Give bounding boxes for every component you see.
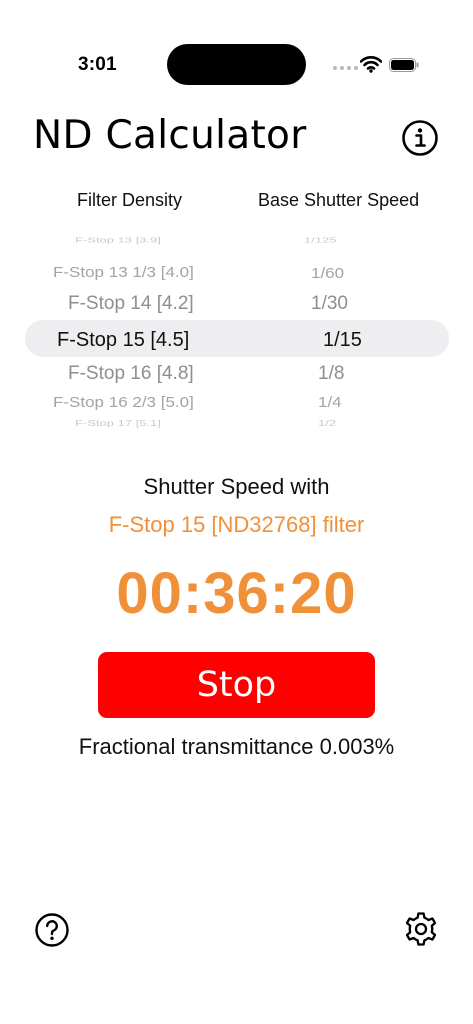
info-icon[interactable]: [401, 119, 439, 157]
filter-option[interactable]: F-Stop 13 [3.9]: [75, 236, 161, 244]
dynamic-island: [167, 44, 306, 85]
picker-wheel[interactable]: F-Stop 13 [3.9] F-Stop 13 1/3 [4.0] F-St…: [0, 232, 473, 438]
filter-option[interactable]: F-Stop 16 2/3 [5.0]: [53, 394, 194, 411]
transmittance-text: Fractional transmittance 0.003%: [78, 734, 395, 759]
speed-option[interactable]: 1/8: [318, 363, 344, 385]
page-title: ND Calculator: [33, 113, 307, 158]
countdown-timer: 00:36:20: [116, 561, 357, 626]
speed-option[interactable]: 1/125: [304, 236, 337, 244]
speed-option[interactable]: 1/60: [311, 265, 344, 282]
filter-option-selected[interactable]: F-Stop 15 [4.5]: [57, 329, 189, 352]
wifi-icon: [360, 56, 382, 73]
signal-icon: [333, 66, 358, 70]
filter-option[interactable]: F-Stop 14 [4.2]: [68, 293, 194, 315]
speed-option-selected[interactable]: 1/15: [323, 329, 362, 352]
filter-option[interactable]: F-Stop 16 [4.8]: [68, 363, 194, 385]
question-icon[interactable]: [34, 912, 70, 948]
status-time: 3:01: [78, 54, 117, 75]
filter-density-header: Filter Density: [77, 190, 183, 210]
filter-option[interactable]: F-Stop 13 1/3 [4.0]: [53, 264, 194, 281]
speed-option[interactable]: 1/30: [311, 293, 348, 315]
battery-icon: [389, 58, 419, 72]
speed-option[interactable]: 1/4: [318, 394, 342, 411]
stop-button[interactable]: Stop: [98, 652, 375, 718]
shutter-speed-label: Shutter Speed with: [143, 474, 330, 499]
filter-description: F-Stop 15 [ND32768] filter: [108, 512, 365, 537]
gear-icon[interactable]: [402, 910, 440, 948]
filter-option[interactable]: F-Stop 17 [5.1]: [75, 419, 161, 428]
base-shutter-speed-header: Base Shutter Speed: [258, 190, 420, 210]
speed-option[interactable]: 1/2: [318, 419, 336, 428]
